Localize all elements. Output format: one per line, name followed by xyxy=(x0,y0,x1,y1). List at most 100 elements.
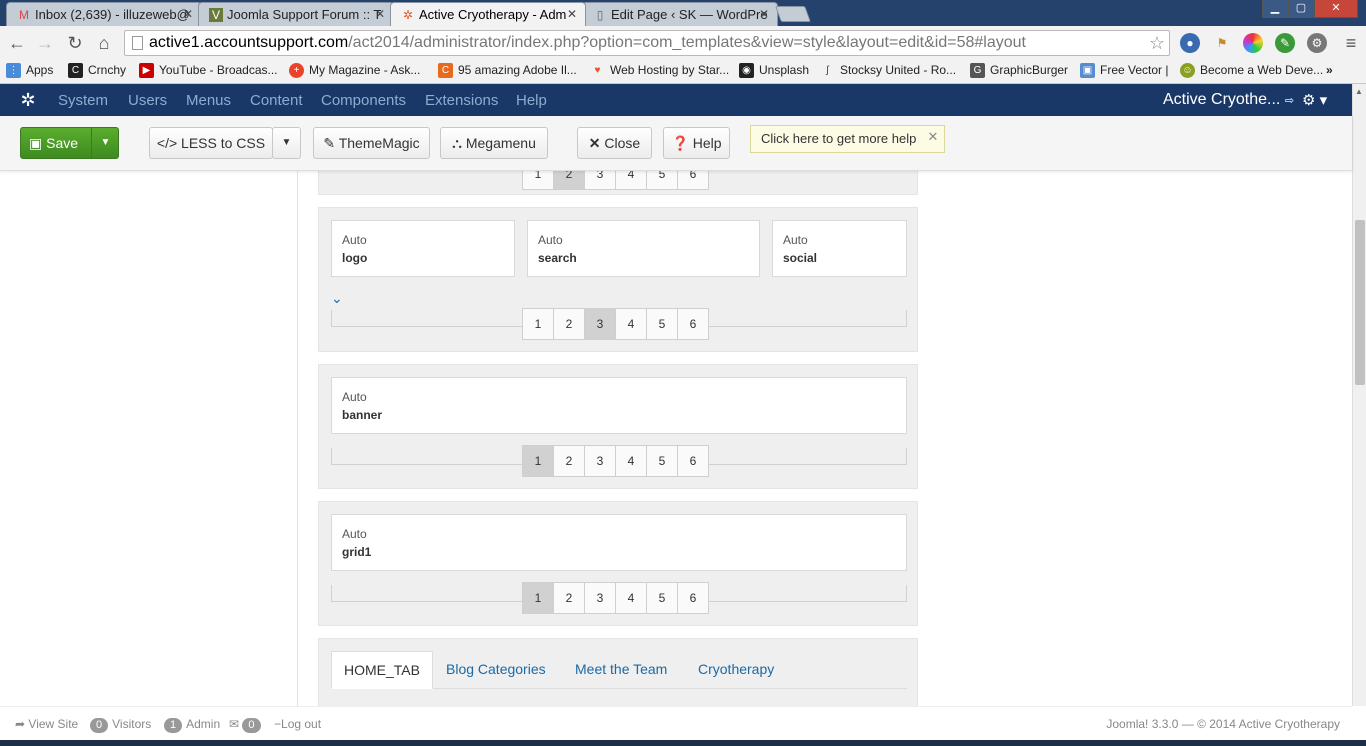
position-block-banner[interactable]: Auto banner xyxy=(331,377,907,434)
menu-icon[interactable]: ≡ xyxy=(1340,32,1362,54)
bookmark-item[interactable]: + My Magazine - Ask... xyxy=(289,63,420,78)
pager-item[interactable]: 6 xyxy=(677,171,709,190)
pager-item[interactable]: 5 xyxy=(646,308,678,340)
messages-status[interactable]: ✉ 0 xyxy=(229,717,265,733)
pager-item[interactable]: 2 xyxy=(553,171,585,190)
bookmark-item[interactable]: ☺ Become a Web Deve... xyxy=(1180,63,1323,78)
bookmark-item[interactable]: ʃ Stocksy United - Ro... xyxy=(820,63,956,77)
pager-item-active[interactable]: 1 xyxy=(522,582,554,614)
admin-label: Admin xyxy=(186,717,221,731)
joomla-logo-icon[interactable]: ✲ xyxy=(18,90,38,110)
position-block-social[interactable]: Auto social xyxy=(772,220,907,277)
browser-tab-wordpress[interactable]: ▯ Edit Page ‹ SK — WordPre ✕ xyxy=(582,2,778,26)
save-dropdown-icon[interactable]: ▼ xyxy=(91,128,119,158)
extension-icon[interactable]: ● xyxy=(1180,33,1200,53)
menu-help[interactable]: Help xyxy=(516,92,547,109)
minimize-icon[interactable]: ▁ xyxy=(1262,0,1288,18)
bookmark-star-icon[interactable]: ☆ xyxy=(1149,31,1165,55)
tab-home[interactable]: HOME_TAB xyxy=(331,651,433,689)
bookmark-item[interactable]: G GraphicBurger xyxy=(970,63,1068,78)
more-bookmarks-button[interactable]: » xyxy=(1326,63,1333,77)
pager-item[interactable]: 2 xyxy=(553,445,585,477)
tab-cryotherapy[interactable]: Cryotherapy xyxy=(698,651,774,687)
maximize-icon[interactable]: ▢ xyxy=(1288,0,1314,18)
browser-tab-forum[interactable]: V Joomla Support Forum :: T ✕ xyxy=(198,2,394,26)
dismiss-tooltip-icon[interactable]: ✕ xyxy=(927,124,938,150)
save-button[interactable]: ▣ Save ▼ xyxy=(20,127,119,159)
pager-item[interactable]: 5 xyxy=(646,582,678,614)
bookmark-item[interactable]: C Crnchy xyxy=(68,63,126,78)
bookmark-item[interactable]: ◉ Unsplash xyxy=(739,63,809,78)
pager-item[interactable]: 1 xyxy=(522,171,554,190)
settings-gear-icon[interactable]: ⚙ ▾ xyxy=(1302,91,1327,109)
block-size: Auto xyxy=(342,527,367,541)
pager-item[interactable]: 2 xyxy=(553,308,585,340)
bookmark-item[interactable]: ▣ Free Vector | xyxy=(1080,63,1168,78)
pager-item[interactable]: 4 xyxy=(615,445,647,477)
scroll-up-icon[interactable]: ▲ xyxy=(1355,87,1363,96)
pager-item[interactable]: 3 xyxy=(584,445,616,477)
less-to-css-button[interactable]: </> LESS to CSS xyxy=(149,127,273,159)
forward-icon[interactable]: → xyxy=(34,32,56,54)
close-tab-icon[interactable]: ✕ xyxy=(183,7,193,21)
site-name-link[interactable]: Active Cryothe... ⇨ xyxy=(1163,91,1294,109)
back-icon[interactable]: ← xyxy=(6,32,28,54)
tab-meet-the-team[interactable]: Meet the Team xyxy=(575,651,667,687)
browser-tab-inbox[interactable]: M Inbox (2,639) - illuzeweb@ ✕ xyxy=(6,2,202,26)
less-dropdown-icon[interactable]: ▼ xyxy=(272,127,301,159)
pager-item[interactable]: 4 xyxy=(615,171,647,190)
pager-item[interactable]: 3 xyxy=(584,582,616,614)
pager-item[interactable]: 5 xyxy=(646,171,678,190)
extension-icon[interactable]: ⚑ xyxy=(1212,33,1232,53)
bookmark-item[interactable]: ▶ YouTube - Broadcas... xyxy=(139,63,278,78)
position-block-logo[interactable]: Auto logo xyxy=(331,220,515,277)
pager-item[interactable]: 4 xyxy=(615,308,647,340)
scrollbar-thumb[interactable] xyxy=(1355,220,1365,385)
pager-item[interactable]: 6 xyxy=(677,582,709,614)
bookmark-item[interactable]: ♥ Web Hosting by Star... xyxy=(590,63,730,77)
new-tab-button[interactable] xyxy=(775,6,811,22)
menu-components[interactable]: Components xyxy=(321,92,406,109)
megamenu-button[interactable]: ⛬ Megamenu xyxy=(440,127,548,159)
logout-link[interactable]: −Log out xyxy=(274,717,321,731)
block-name: banner xyxy=(342,408,383,422)
bookmark-apps[interactable]: ⋮ Apps xyxy=(6,63,53,78)
close-window-icon[interactable]: ✕ xyxy=(1314,0,1358,18)
pager-item-active[interactable]: 3 xyxy=(584,308,616,340)
page-scrollbar[interactable]: ▲ xyxy=(1352,84,1366,706)
menu-users[interactable]: Users xyxy=(128,92,167,109)
close-tab-icon[interactable]: ✕ xyxy=(567,7,577,21)
pager-item[interactable]: 5 xyxy=(646,445,678,477)
extension-icon[interactable]: ⚙ xyxy=(1307,33,1327,53)
position-block-search[interactable]: Auto search xyxy=(527,220,760,277)
position-block-grid1[interactable]: Auto grid1 xyxy=(331,514,907,571)
pager-item[interactable]: 6 xyxy=(677,308,709,340)
column-pager: 1 2 3 4 5 6 xyxy=(522,582,715,614)
pager-item-active[interactable]: 1 xyxy=(522,445,554,477)
pager-item[interactable]: 4 xyxy=(615,582,647,614)
browser-tab-active[interactable]: ✲ Active Cryotherapy - Adm ✕ xyxy=(390,2,586,26)
pager-item[interactable]: 2 xyxy=(553,582,585,614)
close-button[interactable]: ✕ Close xyxy=(577,127,652,159)
color-picker-icon[interactable] xyxy=(1243,33,1263,53)
pager-item[interactable]: 6 xyxy=(677,445,709,477)
extension-icon[interactable]: ✎ xyxy=(1275,33,1295,53)
menu-menus[interactable]: Menus xyxy=(186,92,231,109)
menu-system[interactable]: System xyxy=(58,92,108,109)
help-button[interactable]: ❓ Help xyxy=(663,127,730,159)
pager-item[interactable]: 1 xyxy=(522,308,554,340)
menu-content[interactable]: Content xyxy=(250,92,303,109)
close-tab-icon[interactable]: ✕ xyxy=(759,7,769,21)
address-bar[interactable]: active1.accountsupport.com/act2014/admin… xyxy=(124,30,1170,56)
visitors-badge: 0 xyxy=(90,718,109,733)
home-icon[interactable]: ⌂ xyxy=(93,32,115,54)
tab-blog-categories[interactable]: Blog Categories xyxy=(446,651,546,687)
view-site-link[interactable]: ➦ View Site xyxy=(15,717,78,731)
thememagic-button[interactable]: ✎ ThemeMagic xyxy=(313,127,430,159)
bookmark-item[interactable]: C 95 amazing Adobe Il... xyxy=(438,63,577,78)
reload-icon[interactable]: ↻ xyxy=(64,32,86,54)
menu-extensions[interactable]: Extensions xyxy=(425,92,498,109)
chevron-down-icon[interactable]: ⌄ xyxy=(331,290,343,307)
close-tab-icon[interactable]: ✕ xyxy=(375,7,385,21)
pager-item[interactable]: 3 xyxy=(584,171,616,190)
